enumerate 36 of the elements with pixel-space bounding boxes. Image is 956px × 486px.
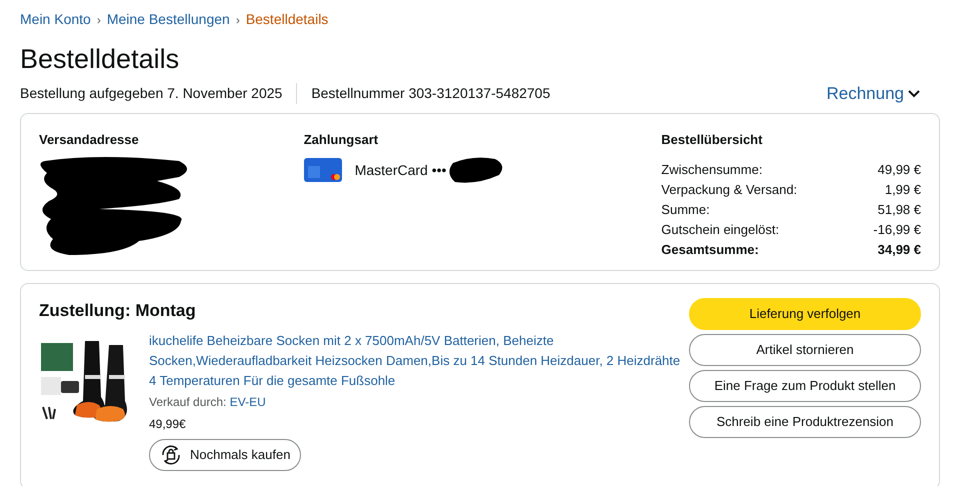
- delivery-heading: Zustellung: Montag: [39, 300, 197, 322]
- summary-value: 51,98 €: [878, 201, 921, 219]
- action-button[interactable]: Eine Frage zum Produkt stellen: [689, 370, 921, 402]
- action-button[interactable]: Lieferung verfolgen: [689, 298, 921, 330]
- breadcrumb-separator: ›: [236, 12, 240, 28]
- summary-value: -16,99 €: [873, 221, 921, 239]
- summary-value: 49,99 €: [878, 161, 921, 179]
- order-info-text: Bestellnummer 303-3120137-5482705: [296, 83, 550, 104]
- order-info-text: Bestellung aufgegeben 7. November 2025: [20, 84, 282, 104]
- section-heading: Zahlungsart: [304, 130, 380, 149]
- breadcrumb-link[interactable]: Mein Konto: [20, 9, 91, 30]
- breadcrumb-link[interactable]: Bestelldetails: [246, 9, 328, 30]
- product-price: 49,99€: [149, 416, 186, 433]
- summary-label: Zwischensumme:: [661, 161, 762, 179]
- summary-value: 1,99 €: [884, 181, 921, 199]
- summary-label: Gesamtsumme:: [661, 241, 759, 259]
- action-button[interactable]: Artikel stornieren: [689, 334, 921, 366]
- seller-link[interactable]: EV-EU: [230, 395, 266, 409]
- buy-again-button[interactable]: Nochmals kaufen: [149, 439, 302, 471]
- seller-label: Verkauf durch:: [149, 395, 226, 409]
- credit-card-icon: [304, 158, 342, 182]
- breadcrumb-separator: ›: [96, 12, 101, 28]
- product-title-link[interactable]: ikuchelife Beheizbare Socken mit 2 x 7500mAh/5V Batterien, Beheizte Socken,Wiederaufladbarkeit Heizsocken Damen,Bis zu 14 Stunden Heizdauer, 2 Heizdrähte 4 Temperaturen Für die gesamte Fußsohle: [149, 331, 689, 391]
- chevron-down-icon: [908, 90, 920, 98]
- invoice-dropdown[interactable]: Rechnung: [826, 81, 920, 106]
- summary-label: Summe:: [661, 201, 710, 219]
- summary-label: Verpackung & Versand:: [661, 181, 798, 199]
- breadcrumb-link[interactable]: Meine Bestellungen: [106, 9, 230, 30]
- action-button[interactable]: Schreib eine Produktrezension: [689, 406, 921, 438]
- summary-label: Gutschein eingelöst:: [661, 221, 780, 239]
- section-heading: Versandadresse: [39, 130, 140, 148]
- summary-value: 34,99 €: [878, 241, 921, 259]
- page-title: Bestelldetails: [20, 43, 180, 76]
- section-heading: Bestellübersicht: [661, 130, 764, 148]
- payment-method: MasterCard •••: [354, 160, 446, 180]
- buy-again-icon: [160, 444, 182, 466]
